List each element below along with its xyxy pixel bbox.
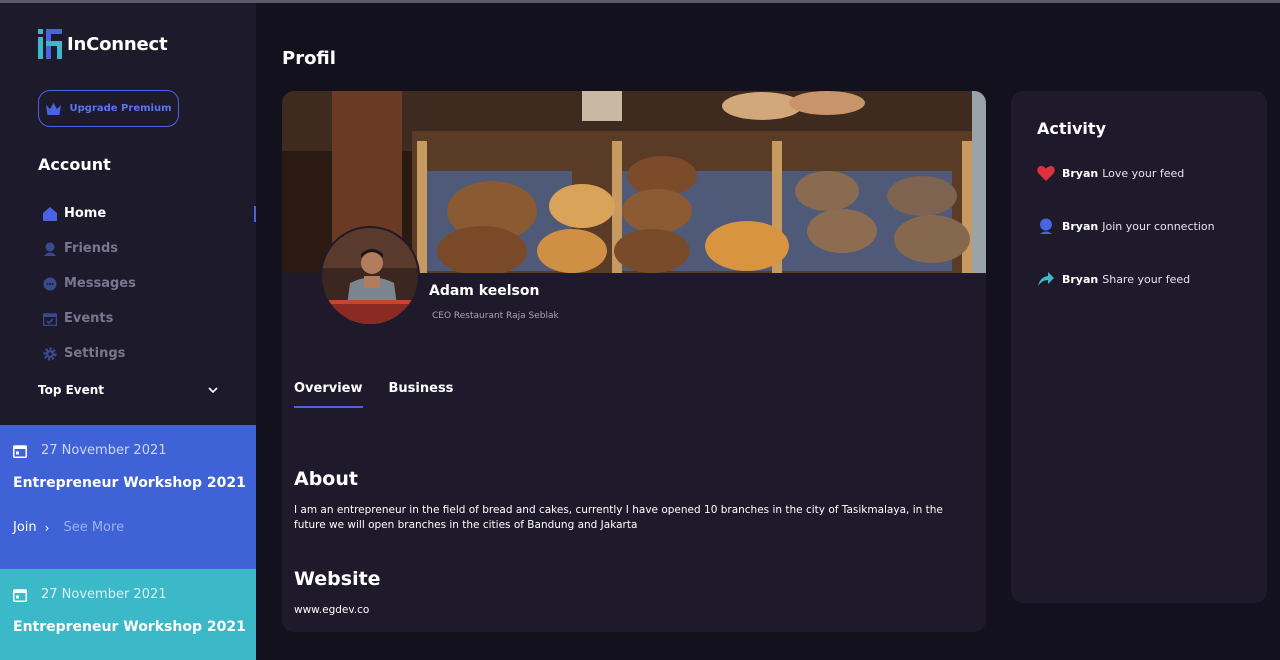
sidebar-item-label: Events (64, 311, 114, 326)
event-card[interactable]: 27 November 2021 Entrepreneur Workshop 2… (0, 569, 256, 660)
calendar-icon (13, 588, 27, 602)
sidebar-item-label: Settings (64, 346, 126, 361)
upgrade-premium-label: Upgrade Premium (69, 103, 172, 114)
sidebar-item-messages[interactable]: Messages (42, 266, 256, 301)
user-icon (1040, 218, 1052, 234)
event-actions: Join › See More (13, 520, 124, 535)
sidebar-item-label: Home (64, 206, 107, 221)
upgrade-premium-button[interactable]: Upgrade Premium (38, 90, 179, 127)
friends-icon (42, 241, 57, 256)
profile-role: CEO Restaurant Raja Seblak (432, 311, 559, 321)
profile-card: Adam keelson CEO Restaurant Raja Seblak … (282, 91, 986, 632)
inconnect-logo-icon (38, 29, 62, 59)
sidebar-item-events[interactable]: Events (42, 301, 256, 336)
home-icon (42, 206, 57, 221)
account-heading: Account (38, 155, 111, 174)
activity-text: Join your connection (1102, 219, 1215, 233)
chevron-right-icon: › (44, 520, 50, 535)
about-heading: About (294, 468, 358, 490)
share-icon (1038, 272, 1054, 286)
activity-panel: Activity Bryan Love your feed Bryan Join… (1011, 91, 1267, 603)
event-title: Entrepreneur Workshop 2021 (13, 475, 246, 491)
tab-business[interactable]: Business (389, 381, 454, 408)
sidebar: InConnect Upgrade Premium Account Home F… (0, 3, 256, 660)
activity-user: Bryan (1062, 166, 1099, 180)
calendar-check-icon (42, 311, 57, 326)
sidebar-item-friends[interactable]: Friends (42, 231, 256, 266)
sidebar-nav: Home Friends Messages Events Settings (42, 196, 256, 371)
sidebar-item-settings[interactable]: Settings (42, 336, 256, 371)
event-date: 27 November 2021 (13, 587, 167, 602)
event-date-text: 27 November 2021 (41, 443, 167, 458)
calendar-icon (13, 444, 27, 458)
activity-heading: Activity (1037, 119, 1106, 138)
sidebar-item-label: Friends (64, 241, 119, 256)
top-event-label: Top Event (38, 383, 105, 397)
activity-text: Share your feed (1102, 272, 1191, 286)
gear-icon (42, 346, 57, 361)
sidebar-item-label: Messages (64, 276, 136, 291)
website-heading: Website (294, 568, 381, 590)
page-title: Profil (282, 48, 336, 69)
activity-user: Bryan (1062, 272, 1099, 286)
chevron-down-icon (208, 387, 218, 393)
messages-icon (42, 276, 57, 291)
tab-overview[interactable]: Overview (294, 381, 363, 408)
activity-user: Bryan (1062, 219, 1099, 233)
website-link[interactable]: www.egdev.co (294, 604, 369, 616)
event-card[interactable]: 27 November 2021 Entrepreneur Workshop 2… (0, 425, 256, 569)
crown-icon (45, 102, 61, 115)
top-event-toggle[interactable]: Top Event (38, 383, 218, 397)
event-title: Entrepreneur Workshop 2021 (13, 619, 246, 635)
join-link[interactable]: Join (13, 520, 37, 535)
profile-tabs: Overview Business (294, 381, 479, 408)
avatar[interactable] (320, 226, 420, 326)
event-date: 27 November 2021 (13, 443, 167, 458)
activity-item[interactable]: Bryan Love your feed (1037, 165, 1184, 181)
activity-item[interactable]: Bryan Share your feed (1037, 271, 1190, 287)
activity-item[interactable]: Bryan Join your connection (1037, 218, 1215, 234)
sidebar-item-home[interactable]: Home (42, 196, 256, 231)
about-text: I am an entrepreneur in the field of bre… (294, 504, 943, 531)
activity-text: Love your feed (1102, 166, 1185, 180)
see-more-link[interactable]: See More (63, 520, 124, 535)
app-name: InConnect (67, 33, 168, 55)
event-date-text: 27 November 2021 (41, 587, 167, 602)
profile-name: Adam keelson (429, 283, 540, 299)
app-logo[interactable]: InConnect (38, 29, 168, 59)
heart-icon (1037, 166, 1055, 181)
